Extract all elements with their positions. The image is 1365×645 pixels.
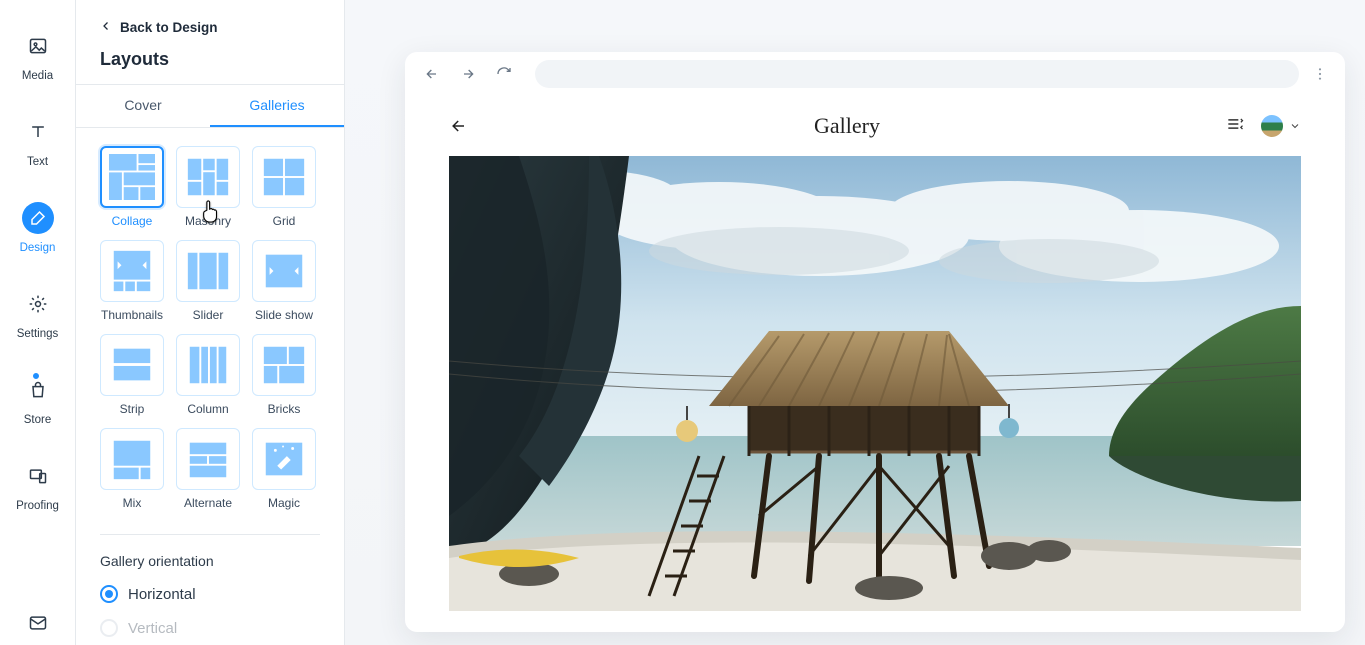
browser-back-button[interactable] (419, 61, 445, 87)
orientation-option-vertical[interactable]: Vertical (100, 615, 320, 645)
layout-option-thumbnails[interactable]: Thumbnails (100, 240, 164, 322)
layout-thumb (252, 146, 316, 208)
sidebar-item-text[interactable]: Text (22, 116, 54, 168)
sidebar-item-mail[interactable] (22, 607, 54, 639)
layout-thumb (252, 428, 316, 490)
gallery-header: Gallery (405, 96, 1345, 156)
layout-option-grid[interactable]: Grid (252, 146, 316, 228)
layout-thumb (252, 240, 316, 302)
cursor-pointer-icon (200, 198, 222, 224)
preview-stage: Gallery (345, 0, 1365, 645)
layout-name: Slide show (255, 308, 313, 322)
layout-thumb (100, 146, 164, 208)
layout-name: Strip (120, 402, 145, 416)
layout-option-strip[interactable]: Strip (100, 334, 164, 416)
panel-header: Back to Design Layouts (76, 0, 344, 85)
tab-cover[interactable]: Cover (76, 85, 210, 127)
panel-title: Layouts (100, 49, 320, 70)
layout-name: Alternate (184, 496, 232, 510)
sidebar-item-label: Media (22, 70, 53, 82)
mail-icon (22, 607, 54, 639)
tab-galleries[interactable]: Galleries (210, 85, 344, 127)
sidebar-item-media[interactable]: Media (22, 30, 54, 82)
layout-option-mix[interactable]: Mix (100, 428, 164, 510)
layout-option-magic[interactable]: Magic (252, 428, 316, 510)
layout-thumb (176, 240, 240, 302)
sidebar-item-label: Settings (17, 328, 59, 340)
gallery-title: Gallery (469, 113, 1225, 139)
account-menu[interactable] (1261, 115, 1301, 137)
browser-refresh-button[interactable] (491, 61, 517, 87)
layout-option-alternate[interactable]: Alternate (176, 428, 240, 510)
back-label: Back to Design (120, 20, 218, 35)
sidebar-item-label: Text (27, 156, 48, 168)
layout-option-collage[interactable]: Collage (100, 146, 164, 228)
layout-option-slideshow[interactable]: Slide show (252, 240, 316, 322)
layout-name: Column (187, 402, 228, 416)
gallery-back-button[interactable] (449, 116, 469, 136)
layout-thumb (100, 428, 164, 490)
divider (100, 534, 320, 535)
pencil-icon (22, 202, 54, 234)
layout-thumb (252, 334, 316, 396)
layout-option-slider[interactable]: Slider (176, 240, 240, 322)
sidebar-item-design[interactable]: Design (20, 202, 56, 254)
layout-name: Bricks (268, 402, 301, 416)
sidebar-item-proofing[interactable]: Proofing (16, 460, 59, 512)
gear-icon (22, 288, 54, 320)
layout-name: Magic (268, 496, 300, 510)
gallery-photo[interactable] (449, 156, 1301, 611)
layout-panel: Back to Design Layouts Cover Galleries C… (76, 0, 345, 645)
sidebar-item-store[interactable]: Store (22, 374, 54, 426)
image-icon (22, 30, 54, 62)
layout-name: Slider (193, 308, 224, 322)
layout-thumb (100, 240, 164, 302)
layout-thumb (176, 428, 240, 490)
sidebar-item-label: Store (24, 414, 52, 426)
gallery-canvas (405, 156, 1345, 632)
layout-thumb (176, 334, 240, 396)
browser-more-button[interactable] (1309, 66, 1331, 82)
radio-label: Vertical (128, 620, 177, 637)
notification-dot (32, 372, 40, 380)
layout-toggle-icon[interactable] (1225, 114, 1245, 139)
layout-option-bricks[interactable]: Bricks (252, 334, 316, 416)
avatar (1261, 115, 1283, 137)
sidebar-item-label: Design (20, 242, 56, 254)
chevron-left-icon (100, 20, 112, 35)
device-icon (22, 460, 54, 492)
browser-forward-button[interactable] (455, 61, 481, 87)
text-icon (22, 116, 54, 148)
radio-checked-icon (100, 585, 118, 603)
panel-tabs: Cover Galleries (76, 85, 344, 128)
chevron-down-icon (1289, 120, 1301, 132)
orientation-section-label: Gallery orientation (100, 553, 320, 569)
browser-toolbar (405, 52, 1345, 96)
browser-frame: Gallery (405, 52, 1345, 632)
layout-name: Mix (123, 496, 142, 510)
sidebar-item-label: Proofing (16, 500, 59, 512)
back-button[interactable]: Back to Design (100, 20, 320, 35)
layout-name: Thumbnails (101, 308, 163, 322)
mini-sidebar: Media Text Design Settings Store Proofin… (0, 0, 76, 645)
radio-label: Horizontal (128, 586, 196, 603)
orientation-option-horizontal[interactable]: Horizontal (100, 581, 320, 615)
layout-thumb (100, 334, 164, 396)
layout-name: Grid (273, 214, 296, 228)
radio-unchecked-icon (100, 619, 118, 637)
sidebar-item-settings[interactable]: Settings (17, 288, 59, 340)
layout-name: Collage (112, 214, 153, 228)
layout-option-column[interactable]: Column (176, 334, 240, 416)
browser-address-bar[interactable] (535, 60, 1299, 88)
